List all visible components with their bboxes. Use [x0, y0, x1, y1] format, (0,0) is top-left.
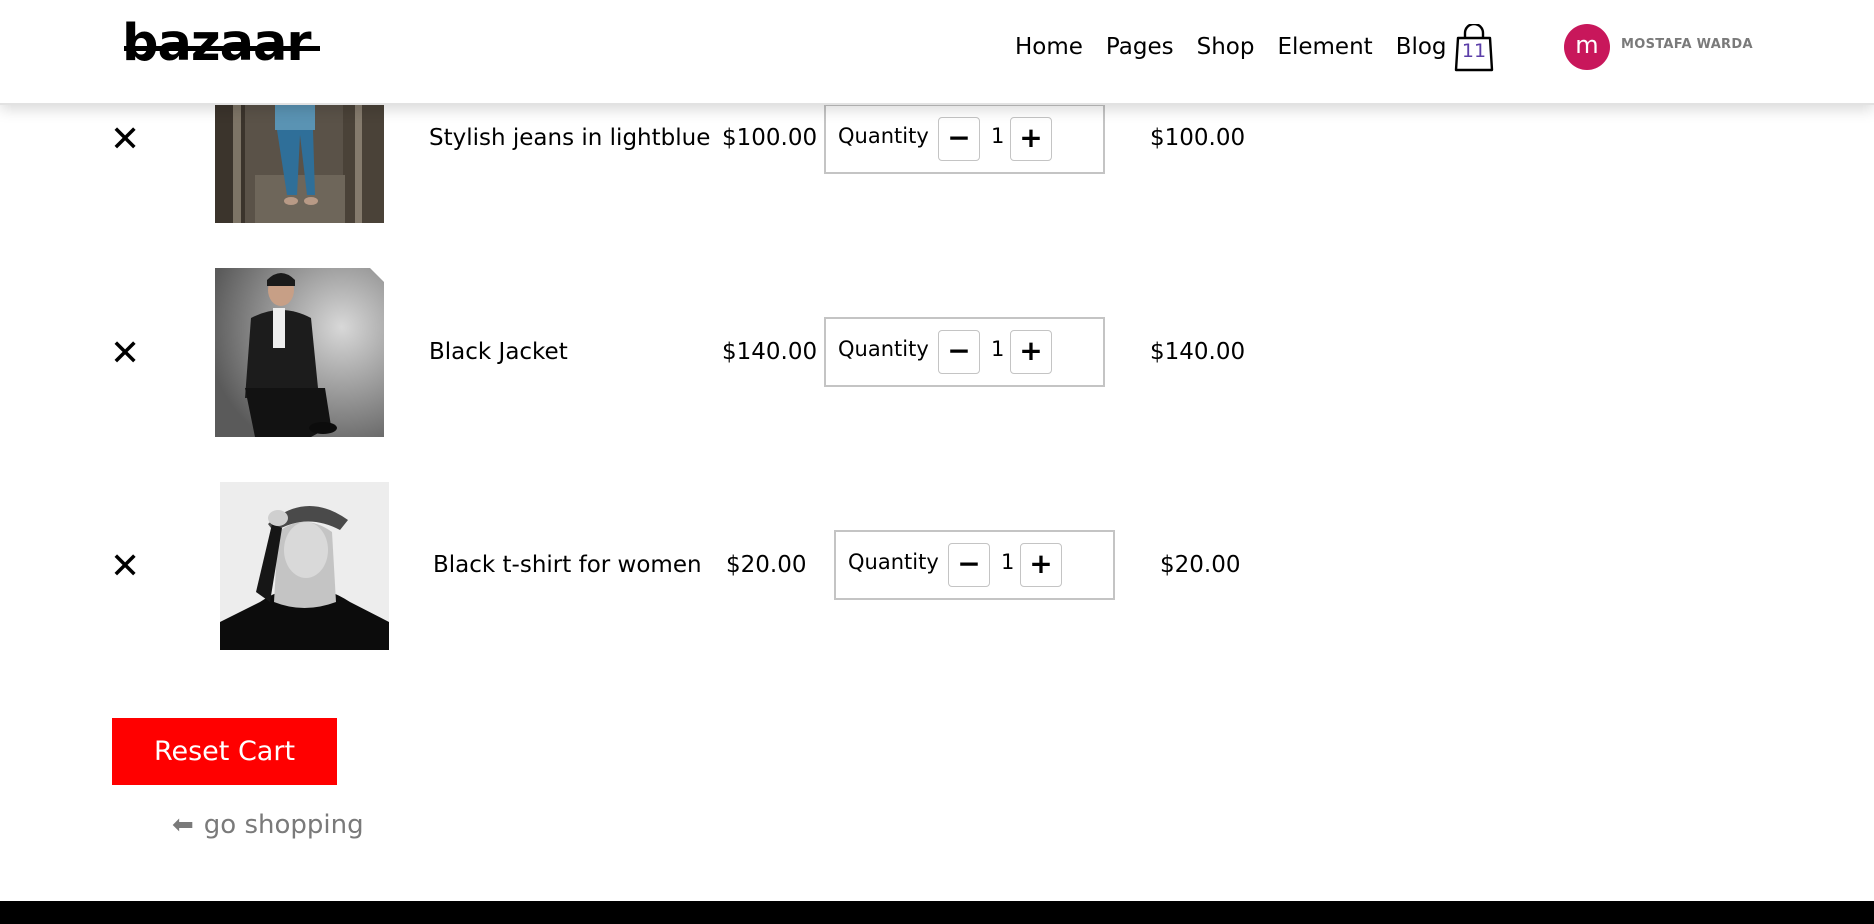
line-total: $20.00 — [1160, 552, 1241, 578]
username-label[interactable]: MOSTAFA WARDA — [1621, 37, 1753, 52]
increase-quantity-button[interactable]: + — [1010, 330, 1052, 374]
footer-bar — [0, 901, 1874, 924]
quantity-stepper: Quantity − 1 + — [834, 530, 1115, 600]
decrease-quantity-button[interactable]: − — [938, 117, 980, 161]
product-price: $100.00 — [722, 125, 818, 151]
arrow-left-icon: ⬅ — [172, 810, 194, 840]
line-total: $140.00 — [1150, 339, 1246, 365]
line-total: $100.00 — [1150, 125, 1246, 151]
increase-quantity-button[interactable]: + — [1020, 543, 1062, 587]
product-thumbnail-jacket[interactable] — [215, 268, 384, 437]
product-name[interactable]: Stylish jeans in lightblue — [429, 125, 710, 151]
remove-item-icon[interactable]: ✕ — [110, 122, 140, 158]
cart-count-badge: 11 — [1461, 40, 1487, 62]
nav-blog[interactable]: Blog — [1396, 30, 1447, 64]
quantity-label: Quantity — [848, 550, 939, 574]
decrease-quantity-button[interactable]: − — [948, 543, 990, 587]
product-price: $140.00 — [722, 339, 818, 365]
product-name[interactable]: Black t-shirt for women — [433, 552, 702, 578]
product-thumbnail-tshirt[interactable] — [220, 482, 389, 650]
go-shopping-label: go shopping — [203, 810, 364, 840]
increase-quantity-button[interactable]: + — [1010, 117, 1052, 161]
quantity-label: Quantity — [838, 337, 929, 361]
cart-row: ✕ Black Jacket $140.00 Quantity − 1 + $1… — [0, 268, 1874, 438]
quantity-value: 1 — [1001, 550, 1015, 574]
remove-item-icon[interactable]: ✕ — [110, 549, 140, 585]
quantity-stepper: Quantity − 1 + — [824, 104, 1105, 174]
nav-element[interactable]: Element — [1277, 30, 1372, 64]
nav-pages[interactable]: Pages — [1106, 30, 1174, 64]
product-name[interactable]: Black Jacket — [429, 339, 568, 365]
cart-row: ✕ Black t-shirt for women $20.00 Quantit… — [0, 482, 1874, 652]
product-price: $20.00 — [726, 552, 807, 578]
site-header: bazaar Home Pages Shop Element Blog 11 m… — [0, 0, 1874, 105]
logo-strike-line — [124, 46, 320, 51]
main-nav: Home Pages Shop Element Blog — [1015, 30, 1470, 64]
quantity-stepper: Quantity − 1 + — [824, 317, 1105, 387]
nav-shop[interactable]: Shop — [1197, 30, 1255, 64]
quantity-label: Quantity — [838, 124, 929, 148]
quantity-value: 1 — [991, 337, 1005, 361]
nav-home[interactable]: Home — [1015, 30, 1083, 64]
decrease-quantity-button[interactable]: − — [938, 330, 980, 374]
user-avatar[interactable]: m — [1564, 24, 1610, 70]
quantity-value: 1 — [991, 124, 1005, 148]
reset-cart-button[interactable]: Reset Cart — [112, 718, 337, 785]
go-shopping-link[interactable]: ⬅ go shopping — [172, 810, 364, 840]
remove-item-icon[interactable]: ✕ — [110, 336, 140, 372]
brand-logo[interactable]: bazaar — [122, 14, 312, 74]
